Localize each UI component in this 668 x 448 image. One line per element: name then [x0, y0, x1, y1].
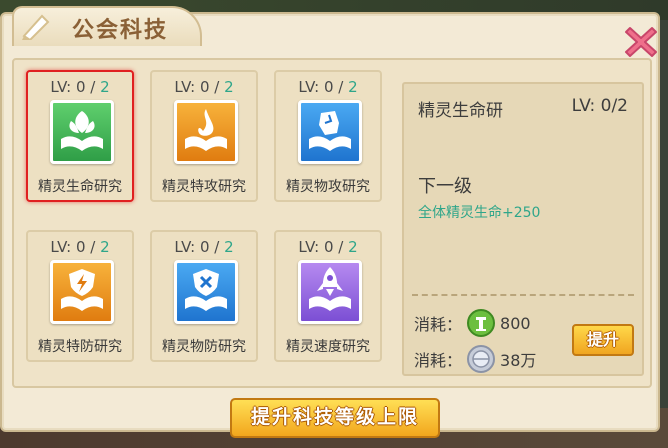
- content-area: LV: 0 / 2 精灵生命研究 LV: 0 / 2 精灵特攻研究 LV: 0 …: [12, 58, 652, 388]
- tech-level: LV: 0 / 2: [174, 78, 234, 96]
- tech-detail-panel: 精灵生命研 LV: 0/2 下一级 全体精灵生命+250 消耗： 800 消耗：: [402, 82, 644, 376]
- tech-card-sp-defense[interactable]: LV: 0 / 2 精灵特防研究: [26, 230, 134, 362]
- cost-amount: 38万: [500, 351, 537, 370]
- cost-amount: 800: [500, 313, 531, 333]
- title-tab: 公会科技: [12, 6, 202, 46]
- tech-name: 精灵物攻研究: [286, 179, 370, 195]
- next-level-label: 下一级: [418, 176, 472, 197]
- tech-level: LV: 0 / 2: [50, 238, 110, 256]
- close-icon[interactable]: [622, 22, 660, 60]
- tech-card-phys-attack[interactable]: LV: 0 / 2 精灵物攻研究: [274, 70, 382, 202]
- guild-tech-panel: 公会科技 LV: 0 / 2 精灵生命研究 LV: 0 / 2 精灵特攻研究 L…: [0, 6, 660, 438]
- divider: [412, 294, 634, 296]
- tech-card-speed[interactable]: LV: 0 / 2 精灵速度研究: [274, 230, 382, 362]
- tech-name: 精灵速度研究: [286, 339, 370, 355]
- shield-cross-book-icon: [174, 260, 238, 324]
- upgrade-button[interactable]: 提升: [572, 324, 634, 356]
- detail-tech-name: 精灵生命研: [418, 101, 503, 121]
- page-title: 公会科技: [72, 18, 169, 43]
- next-level-effect: 全体精灵生命+250: [418, 205, 541, 221]
- tech-level: LV: 0 / 2: [50, 78, 110, 96]
- tech-name: 精灵物防研究: [162, 339, 246, 355]
- cost-label: 消耗：: [414, 351, 463, 370]
- cost-row-guild-coin: 消耗： 800: [414, 308, 531, 338]
- tech-card-phys-defense[interactable]: LV: 0 / 2 精灵物防研究: [150, 230, 258, 362]
- shield-bolt-book-icon: [50, 260, 114, 324]
- guild-coin-icon: [467, 309, 496, 337]
- tech-name: 精灵特防研究: [38, 339, 122, 355]
- flame-book-icon: [174, 100, 238, 164]
- pencil-icon: [22, 14, 50, 40]
- detail-tech-level: LV: 0/2: [571, 96, 628, 116]
- tech-level: LV: 0 / 2: [298, 238, 358, 256]
- tech-level: LV: 0 / 2: [298, 78, 358, 96]
- tech-card-life[interactable]: LV: 0 / 2 精灵生命研究: [26, 70, 134, 202]
- cost-label: 消耗：: [414, 315, 463, 334]
- cost-row-silver-coin: 消耗： 38万: [414, 344, 536, 374]
- tech-name: 精灵特攻研究: [162, 179, 246, 195]
- fist-book-icon: [298, 100, 362, 164]
- raise-tech-limit-button[interactable]: 提升科技等级上限: [230, 398, 440, 438]
- tech-card-sp-attack[interactable]: LV: 0 / 2 精灵特攻研究: [150, 70, 258, 202]
- silver-coin-icon: [467, 345, 496, 373]
- tech-level: LV: 0 / 2: [174, 238, 234, 256]
- rocket-book-icon: [298, 260, 362, 324]
- leaf-book-icon: [50, 100, 114, 164]
- tech-name: 精灵生命研究: [38, 179, 122, 195]
